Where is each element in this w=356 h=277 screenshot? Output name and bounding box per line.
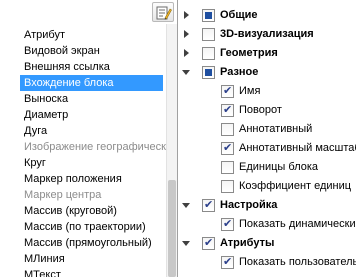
scrollbar-thumb[interactable] — [168, 180, 176, 277]
list-item[interactable]: Дуга — [20, 123, 166, 139]
object-types-scrollbar[interactable] — [166, 24, 177, 277]
edit-list-icon — [156, 6, 172, 20]
list-item[interactable]: Видовой экран — [20, 43, 166, 59]
tree-row[interactable]: Разное — [178, 63, 356, 81]
list-item[interactable]: Вхождение блока — [20, 75, 163, 91]
property-checkbox[interactable] — [202, 47, 215, 60]
tree-label: 3D-визуализация — [220, 28, 314, 40]
tree-label: Настройка — [220, 199, 278, 211]
properties-tree[interactable]: Общие 3D-визуализация Геометрия Разное Имя По… — [178, 0, 356, 277]
list-item[interactable]: Внешняя ссылка — [20, 59, 166, 75]
list-item[interactable]: Маркер положения — [20, 171, 166, 187]
expanded-arrow-icon[interactable] — [182, 203, 190, 208]
property-checkbox[interactable] — [221, 255, 234, 269]
tree-row[interactable]: Единицы блока — [178, 158, 356, 176]
list-item[interactable]: МЛиния — [20, 251, 166, 267]
tree-label: Показать динамические — [239, 218, 356, 230]
tree-row[interactable]: Коэффициент единиц — [178, 177, 356, 195]
tree-row[interactable]: Имя — [178, 82, 356, 100]
tree-label: Атрибуты — [220, 237, 275, 249]
tree-label: Поворот — [239, 104, 282, 116]
property-checkbox[interactable] — [221, 161, 234, 174]
tree-label: Разное — [220, 66, 259, 78]
property-checkbox[interactable] — [202, 66, 215, 79]
expanded-arrow-icon[interactable] — [182, 241, 190, 246]
list-item[interactable]: Массив (прямоугольный) — [20, 235, 166, 251]
property-checkbox[interactable] — [202, 236, 215, 250]
list-item[interactable]: МТекст — [20, 267, 166, 277]
property-checkbox[interactable] — [202, 28, 215, 41]
collapsed-arrow-icon[interactable] — [184, 30, 189, 38]
property-checkbox[interactable] — [221, 180, 234, 193]
property-checkbox[interactable] — [221, 141, 234, 155]
tree-row[interactable]: Атрибуты — [178, 234, 356, 252]
list-item[interactable]: Массив (по траектории) — [20, 219, 166, 235]
list-item[interactable]: Выноска — [20, 91, 166, 107]
tree-label: Показать пользовательские — [239, 256, 356, 268]
list-item[interactable]: Круг — [20, 155, 166, 171]
tree-row[interactable]: Настройка — [178, 196, 356, 214]
edit-list-button[interactable] — [152, 2, 174, 22]
tree-label: Единицы блока — [239, 161, 319, 173]
collapsed-arrow-icon[interactable] — [184, 11, 189, 19]
object-types-pane: Атрибут Видовой экран Внешняя ссылка Вхожде… — [0, 0, 177, 277]
property-checkbox[interactable] — [221, 217, 234, 231]
property-checkbox[interactable] — [202, 9, 215, 22]
tree-label: Аннотативный масштаб — [239, 142, 356, 154]
tree-row[interactable]: Показать пользовательские — [178, 253, 356, 271]
tree-row[interactable]: Аннотативный — [178, 120, 356, 138]
tree-label: Коэффициент единиц — [239, 180, 352, 192]
list-item[interactable]: Массив (круговой) — [20, 203, 166, 219]
tree-label: Имя — [239, 85, 261, 97]
list-item[interactable]: Атрибут — [20, 27, 166, 43]
tree-row[interactable]: Аннотативный масштаб — [178, 139, 356, 157]
tree-row[interactable]: Общие — [178, 6, 356, 24]
property-checkbox[interactable] — [221, 123, 234, 136]
expanded-arrow-icon[interactable] — [182, 70, 190, 75]
property-checkbox[interactable] — [221, 84, 234, 98]
tree-label: Аннотативный — [239, 123, 313, 135]
tree-label: Геометрия — [220, 47, 278, 59]
tree-row[interactable]: Поворот — [178, 101, 356, 119]
object-types-list[interactable]: Атрибут Видовой экран Внешняя ссылка Вхожде… — [0, 24, 166, 277]
list-item[interactable]: Диаметр — [20, 107, 166, 123]
property-checkbox[interactable] — [202, 198, 215, 212]
collapsed-arrow-icon[interactable] — [184, 49, 189, 57]
list-item[interactable]: Изображение географической карты — [20, 139, 166, 155]
list-item[interactable]: Маркер центра — [20, 187, 166, 203]
tree-row[interactable]: Показать динамические — [178, 215, 356, 233]
tree-label: Общие — [220, 9, 258, 21]
tree-row[interactable]: Геометрия — [178, 44, 356, 62]
property-checkbox[interactable] — [221, 103, 234, 117]
tree-row[interactable]: 3D-визуализация — [178, 25, 356, 43]
